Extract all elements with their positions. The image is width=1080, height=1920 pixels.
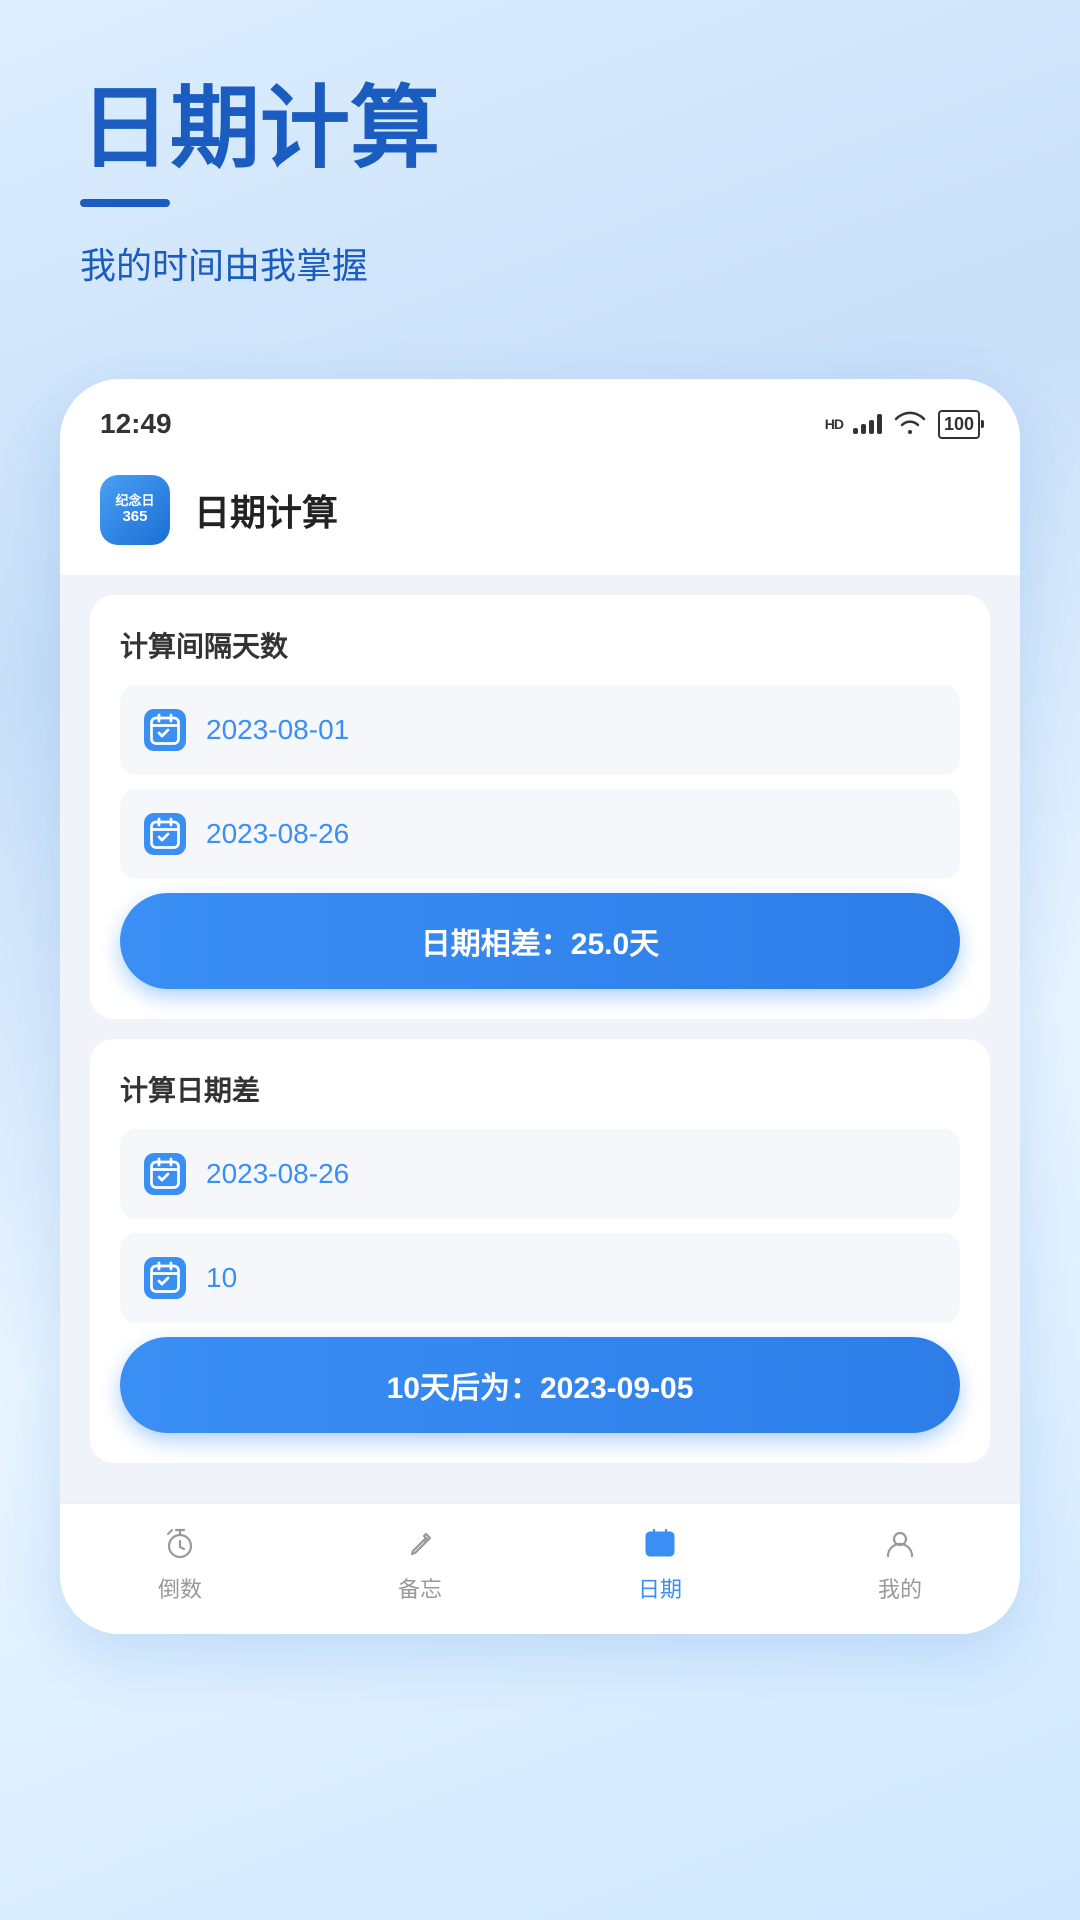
tab-countdown-icon bbox=[155, 1524, 205, 1564]
battery-icon: 100 bbox=[938, 410, 980, 439]
calendar-icon-1 bbox=[144, 709, 186, 751]
tab-memo-label: 备忘 bbox=[398, 1572, 442, 1604]
section2-title: 计算日期差 bbox=[120, 1069, 960, 1109]
page-subtitle: 我的时间由我掌握 bbox=[80, 237, 1000, 289]
tab-mine-icon bbox=[875, 1524, 925, 1564]
section2-date1-row[interactable]: 2023-08-26 bbox=[120, 1129, 960, 1219]
hd-icon: HD bbox=[825, 416, 843, 432]
status-bar: 12:49 HD 100 bbox=[60, 379, 1020, 455]
section2-result-btn[interactable]: 10天后为：2023-09-05 bbox=[120, 1337, 960, 1433]
section2-date1-value: 2023-08-26 bbox=[206, 1158, 349, 1190]
section1-date2-value: 2023-08-26 bbox=[206, 818, 349, 850]
tab-bar: 倒数 备忘 日期 bbox=[60, 1503, 1020, 1634]
calendar-icon-3 bbox=[144, 1153, 186, 1195]
tab-countdown-label: 倒数 bbox=[158, 1572, 202, 1604]
section2-card: 计算日期差 2023-08-26 bbox=[90, 1039, 990, 1463]
section1-date2-row[interactable]: 2023-08-26 bbox=[120, 789, 960, 879]
app-icon: 纪念日 365 bbox=[100, 475, 170, 545]
app-header: 纪念日 365 日期计算 bbox=[60, 455, 1020, 575]
status-time: 12:49 bbox=[100, 408, 172, 440]
section2-days-value: 10 bbox=[206, 1262, 237, 1294]
section1-title: 计算间隔天数 bbox=[120, 625, 960, 665]
wifi-icon bbox=[892, 403, 928, 445]
signal-icon bbox=[853, 414, 882, 434]
tab-mine[interactable]: 我的 bbox=[780, 1524, 1020, 1604]
tab-countdown[interactable]: 倒数 bbox=[60, 1524, 300, 1604]
content-area: 计算间隔天数 2023-08-01 bbox=[60, 575, 1020, 1503]
section1-result-btn[interactable]: 日期相差：25.0天 bbox=[120, 893, 960, 989]
page-title: 日期计算 bbox=[80, 80, 1000, 179]
tab-date-label: 日期 bbox=[638, 1572, 682, 1604]
tab-date[interactable]: 日期 bbox=[540, 1524, 780, 1604]
phone-mockup: 12:49 HD 100 纪念日 365 bbox=[60, 379, 1020, 1634]
tab-mine-label: 我的 bbox=[878, 1572, 922, 1604]
page-header: 日期计算 我的时间由我掌握 bbox=[0, 0, 1080, 379]
tab-date-icon bbox=[635, 1524, 685, 1564]
section1-date1-row[interactable]: 2023-08-01 bbox=[120, 685, 960, 775]
section1-date1-value: 2023-08-01 bbox=[206, 714, 349, 746]
section2-days-row[interactable]: 10 bbox=[120, 1233, 960, 1323]
app-title: 日期计算 bbox=[194, 484, 338, 536]
tab-memo[interactable]: 备忘 bbox=[300, 1524, 540, 1604]
title-underline bbox=[80, 199, 170, 207]
tab-memo-icon bbox=[395, 1524, 445, 1564]
calendar-icon-2 bbox=[144, 813, 186, 855]
calendar-icon-4 bbox=[144, 1257, 186, 1299]
section1-card: 计算间隔天数 2023-08-01 bbox=[90, 595, 990, 1019]
status-icons: HD 100 bbox=[825, 403, 980, 445]
